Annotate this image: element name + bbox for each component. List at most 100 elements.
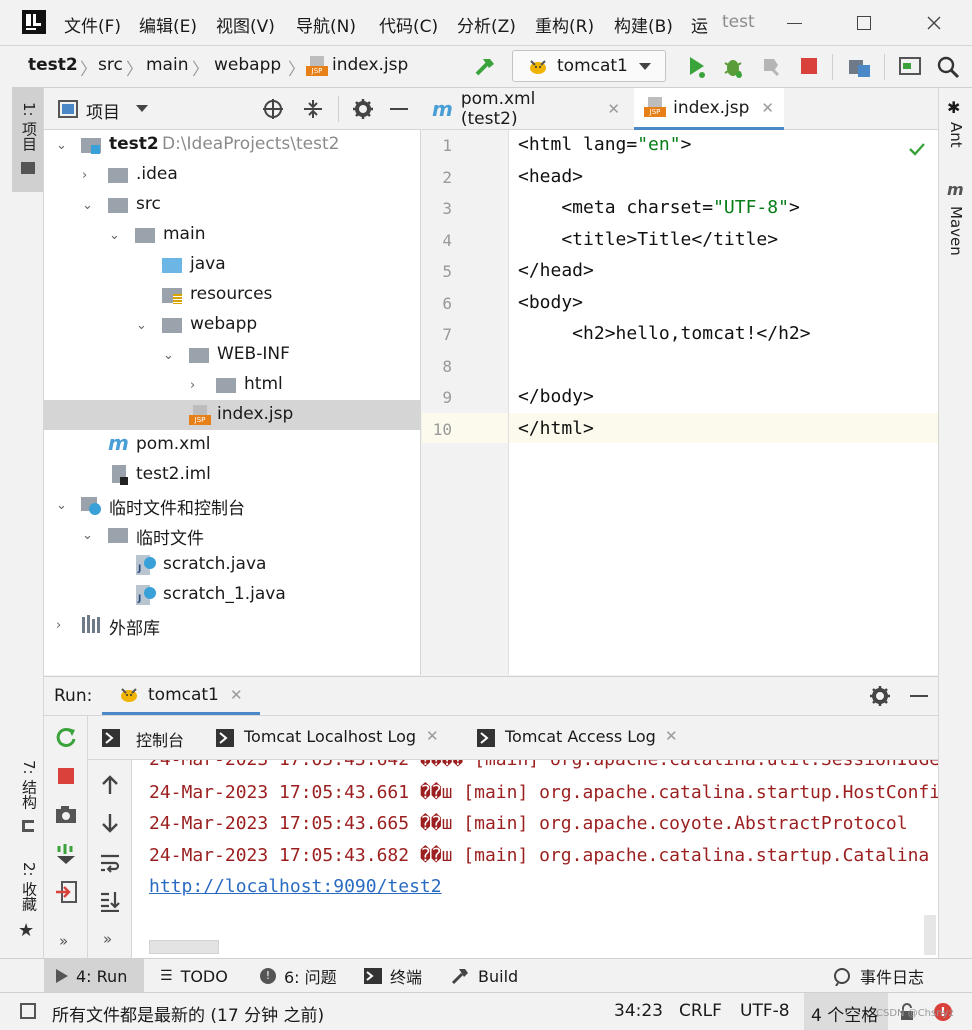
tree-node-scratches[interactable]: ⌄ 临时文件和控制台 <box>44 490 421 520</box>
breadcrumb-src[interactable]: src <box>98 55 123 75</box>
tree-node-resources[interactable]: resources <box>44 280 421 310</box>
stop-icon[interactable] <box>801 58 817 74</box>
maximize-button[interactable] <box>842 8 886 38</box>
tree-node-web-inf[interactable]: ⌄ WEB-INF <box>44 340 421 370</box>
file-encoding[interactable]: UTF-8 <box>740 1001 790 1021</box>
view-dropdown-icon[interactable] <box>136 105 148 113</box>
chevron-right-icon: 〉 <box>288 60 305 80</box>
arrow-up-icon[interactable] <box>100 774 120 796</box>
locate-file-icon[interactable] <box>262 98 284 120</box>
tab-access-log[interactable]: Tomcat Access Log ✕ <box>477 726 687 752</box>
hide-panel-icon[interactable] <box>910 695 928 697</box>
ant-icon: ✱ <box>947 98 961 117</box>
console-output[interactable]: 24-Mar-2023 17:05:43.642 ���� [main] org… <box>132 760 938 958</box>
tree-node-webapp[interactable]: ⌄ webapp <box>44 310 421 340</box>
code-editor[interactable]: <html lang="en"> <head> <meta charset="U… <box>509 130 938 675</box>
caret-position[interactable]: 34:23 <box>614 1001 663 1021</box>
close-tab-icon[interactable]: ✕ <box>607 100 620 118</box>
tree-node-html[interactable]: › html <box>44 370 421 400</box>
tree-label: 外部库 <box>109 619 160 639</box>
run-tool-button[interactable]: 4: Run <box>44 959 144 993</box>
run-configuration-select[interactable]: tomcat1 <box>512 50 666 82</box>
event-log-tool-button[interactable]: 事件日志 <box>824 959 932 993</box>
arrow-down-icon[interactable] <box>100 812 120 834</box>
more-icon[interactable]: » <box>59 932 68 950</box>
restore-layout-icon[interactable] <box>54 842 78 866</box>
menu-code[interactable]: 代码(C) <box>379 12 438 37</box>
tree-node-idea[interactable]: › .idea <box>44 160 421 190</box>
project-tool-tab[interactable]: 1: 项目 <box>12 88 43 192</box>
maven-tool-tab[interactable]: m Maven <box>941 180 971 270</box>
ant-tool-tab[interactable]: ✱ Ant <box>941 98 971 172</box>
problems-tool-button[interactable]: ! 6: 问题 <box>252 959 345 993</box>
tab-pom-xml[interactable]: m pom.xml (test2) ✕ <box>422 88 630 130</box>
tree-node-external-libraries[interactable]: › 外部库 <box>44 610 421 640</box>
project-tree: ⌄ test2 D:\IdeaProjects\test2 › .idea ⌄ … <box>44 130 421 675</box>
console-link[interactable]: http://localhost:9090/test2 <box>149 876 442 897</box>
tree-node-scratch-1-java[interactable]: J scratch_1.java <box>44 580 421 610</box>
terminal-tool-button[interactable]: 终端 <box>356 959 430 993</box>
collapse-all-icon[interactable] <box>302 98 324 120</box>
search-icon[interactable] <box>936 55 960 79</box>
gear-icon[interactable] <box>352 98 374 120</box>
vertical-scrollbar[interactable] <box>924 915 936 955</box>
login-icon[interactable] <box>54 880 78 904</box>
line-separator[interactable]: CRLF <box>679 1001 722 1021</box>
menu-refactor[interactable]: 重构(R) <box>535 12 594 37</box>
presentation-icon[interactable] <box>898 56 922 78</box>
more-icon[interactable]: » <box>103 930 112 948</box>
stop-icon[interactable] <box>58 768 74 784</box>
rerun-icon[interactable] <box>55 726 77 748</box>
close-tab-icon[interactable]: ✕ <box>426 727 439 745</box>
tree-node-main[interactable]: ⌄ main <box>44 220 421 250</box>
close-tab-icon[interactable]: ✕ <box>665 727 678 745</box>
run-icon[interactable] <box>686 55 708 79</box>
menu-run[interactable]: 运 <box>691 12 708 37</box>
project-panel-title[interactable]: 项目 <box>86 98 120 123</box>
source-folder-icon <box>162 255 184 275</box>
tree-node-src[interactable]: ⌄ src <box>44 190 421 220</box>
debug-icon[interactable] <box>722 55 744 79</box>
favorites-tool-tab[interactable]: 2: 收藏 ★ <box>12 858 43 948</box>
project-structure-icon[interactable] <box>848 56 872 78</box>
tree-label: WEB-INF <box>217 344 290 364</box>
coverage-icon[interactable] <box>760 55 782 79</box>
horizontal-scrollbar[interactable] <box>149 940 219 954</box>
gear-icon[interactable] <box>869 685 891 707</box>
hide-panel-icon[interactable] <box>390 108 408 110</box>
menu-file[interactable]: 文件(F) <box>64 12 121 37</box>
menu-view[interactable]: 视图(V) <box>216 12 275 37</box>
tree-node-project[interactable]: ⌄ test2 D:\IdeaProjects\test2 <box>44 130 421 160</box>
minimize-button[interactable] <box>772 8 816 38</box>
menu-analyze[interactable]: 分析(Z) <box>457 12 516 37</box>
run-config-tab[interactable]: tomcat1 ✕ <box>102 677 260 715</box>
build-hammer-icon[interactable] <box>472 54 498 80</box>
tab-index-jsp[interactable]: JSP index.jsp ✕ <box>634 88 784 130</box>
menu-edit[interactable]: 编辑(E) <box>139 12 197 37</box>
breadcrumb-webapp[interactable]: webapp <box>214 55 281 75</box>
scroll-to-end-icon[interactable] <box>99 890 121 912</box>
tree-node-scratch-java[interactable]: J scratch.java <box>44 550 421 580</box>
tree-node-java[interactable]: java <box>44 250 421 280</box>
right-tool-stripe: ✱ Ant m Maven <box>938 88 972 958</box>
build-tool-button[interactable]: Build <box>442 959 526 993</box>
tree-node-pom[interactable]: m pom.xml <box>44 430 421 460</box>
todo-tool-button[interactable]: ☰ TODO <box>152 959 236 993</box>
breadcrumb-project[interactable]: test2 <box>28 55 78 75</box>
camera-icon[interactable] <box>54 804 78 826</box>
breadcrumb-main[interactable]: main <box>146 55 188 75</box>
soft-wrap-icon[interactable] <box>99 852 121 874</box>
structure-tool-tab[interactable]: 7: 结构 <box>12 752 43 842</box>
close-tab-icon[interactable]: ✕ <box>761 99 774 117</box>
close-tab-icon[interactable]: ✕ <box>230 686 243 704</box>
tab-localhost-log[interactable]: Tomcat Localhost Log ✕ <box>216 726 446 752</box>
menu-navigate[interactable]: 导航(N) <box>296 12 356 37</box>
tree-node-iml[interactable]: test2.iml <box>44 460 421 490</box>
close-window-button[interactable] <box>912 8 956 38</box>
tree-node-index-jsp[interactable]: JSP index.jsp <box>44 400 421 430</box>
breadcrumb-file[interactable]: index.jsp <box>332 55 408 75</box>
tree-node-scratch-files[interactable]: ⌄ 临时文件 <box>44 520 421 550</box>
menu-build[interactable]: 构建(B) <box>614 12 673 37</box>
navigation-bar: test2 〉 src 〉 main 〉 webapp 〉 JSP index.… <box>12 46 972 88</box>
toggle-tool-windows-icon[interactable] <box>20 1003 36 1019</box>
